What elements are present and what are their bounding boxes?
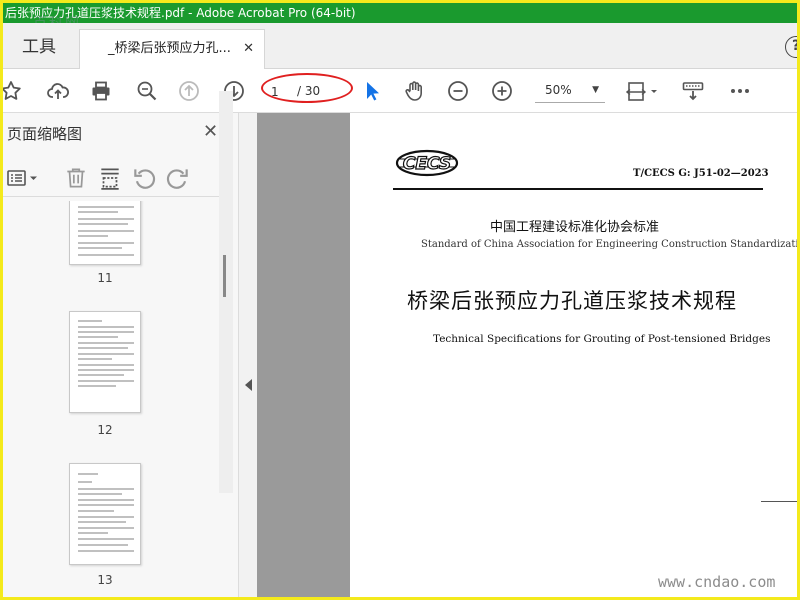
window-title: 后张预应力孔道压浆技术规程.pdf - Adobe Acrobat Pro (6… bbox=[5, 6, 356, 20]
association-name-cn: 中国工程建设标准化协会标准 bbox=[490, 220, 660, 235]
page-thumbnail-13[interactable] bbox=[69, 463, 141, 565]
panel-options-icon[interactable] bbox=[5, 165, 41, 191]
page-thumbnail-12[interactable] bbox=[69, 311, 141, 413]
watermark-bottom: www.cndao.com bbox=[658, 573, 776, 591]
association-name-en: Standard of China Association for Engine… bbox=[421, 239, 800, 250]
header-rule bbox=[393, 188, 763, 190]
panel-close-icon[interactable]: ✕ bbox=[203, 121, 218, 142]
zoom-level-select[interactable]: 50% ▼ bbox=[535, 79, 605, 103]
page-total: / 30 bbox=[297, 84, 321, 98]
thumbnail-scrollbar[interactable] bbox=[219, 91, 233, 493]
thumbnail-label-13: 13 bbox=[97, 573, 113, 587]
page-fit-icon[interactable] bbox=[623, 77, 663, 105]
tab-document-label: _桥梁后张预应力孔... bbox=[108, 41, 231, 56]
thumbnail-label-11: 11 bbox=[97, 271, 113, 285]
cecs-logo-text: CECS bbox=[403, 154, 451, 174]
main-toolbar: / 30 50% ▼ bbox=[3, 69, 797, 113]
page-thumbnail-11[interactable] bbox=[69, 201, 141, 265]
thumbnail-list: 11 12 13 bbox=[3, 201, 221, 597]
zoom-out-icon[interactable] bbox=[444, 77, 472, 105]
print-icon[interactable] bbox=[87, 77, 115, 105]
tab-tools[interactable]: 工具 bbox=[3, 29, 75, 69]
tab-document[interactable]: _桥梁后张预应力孔... ✕ bbox=[79, 29, 265, 70]
app-window: 后张预应力孔道压浆技术规程.pdf - Adobe Acrobat Pro (6… bbox=[0, 0, 800, 600]
panel-title: 页面缩略图 bbox=[7, 125, 83, 143]
star-icon[interactable] bbox=[3, 77, 25, 105]
document-title-cn: 桥梁后张预应力孔道压浆技术规程 bbox=[407, 289, 737, 313]
arrow-up-circle-icon[interactable] bbox=[175, 77, 203, 105]
chevron-down-icon: ▼ bbox=[592, 85, 599, 95]
standard-code: T/CECS G: J51-02—2023 bbox=[633, 168, 769, 179]
cloud-upload-icon[interactable] bbox=[44, 77, 72, 105]
panel-divider[interactable] bbox=[239, 113, 257, 597]
page-number-input[interactable] bbox=[271, 83, 291, 100]
document-title-en: Technical Specifications for Grouting of… bbox=[433, 333, 771, 345]
rotate-right-icon[interactable] bbox=[165, 165, 191, 191]
panel-toolbar bbox=[3, 159, 227, 197]
tab-bar: 工具 _桥梁后张预应力孔... ✕ ? bbox=[3, 23, 797, 70]
zoom-search-icon[interactable] bbox=[133, 77, 161, 105]
more-icon[interactable] bbox=[726, 77, 754, 105]
delete-page-icon[interactable] bbox=[63, 165, 89, 191]
thumbnail-panel: 页面缩略图 ✕ 11 12 13 bbox=[3, 113, 239, 597]
rotate-left-icon[interactable] bbox=[131, 165, 157, 191]
select-cursor-icon[interactable] bbox=[357, 77, 385, 105]
document-page bbox=[350, 113, 797, 597]
cecs-logo: CECS bbox=[395, 149, 459, 177]
extract-page-icon[interactable] bbox=[97, 165, 123, 191]
hand-icon[interactable] bbox=[400, 77, 428, 105]
keyboard-scroll-icon[interactable] bbox=[679, 77, 707, 105]
page-navigator: / 30 bbox=[265, 78, 349, 104]
thumbnail-scroll-thumb[interactable] bbox=[223, 255, 226, 297]
window-titlebar: 后张预应力孔道压浆技术规程.pdf - Adobe Acrobat Pro (6… bbox=[3, 3, 797, 23]
zoom-in-icon[interactable] bbox=[488, 77, 516, 105]
zoom-level-value: 50% bbox=[545, 83, 572, 97]
collapse-panel-icon[interactable] bbox=[245, 379, 252, 391]
tab-close-icon[interactable]: ✕ bbox=[243, 30, 254, 68]
page-edge-mark bbox=[761, 501, 797, 502]
help-icon[interactable]: ? bbox=[785, 36, 797, 58]
thumbnail-label-12: 12 bbox=[97, 423, 113, 437]
